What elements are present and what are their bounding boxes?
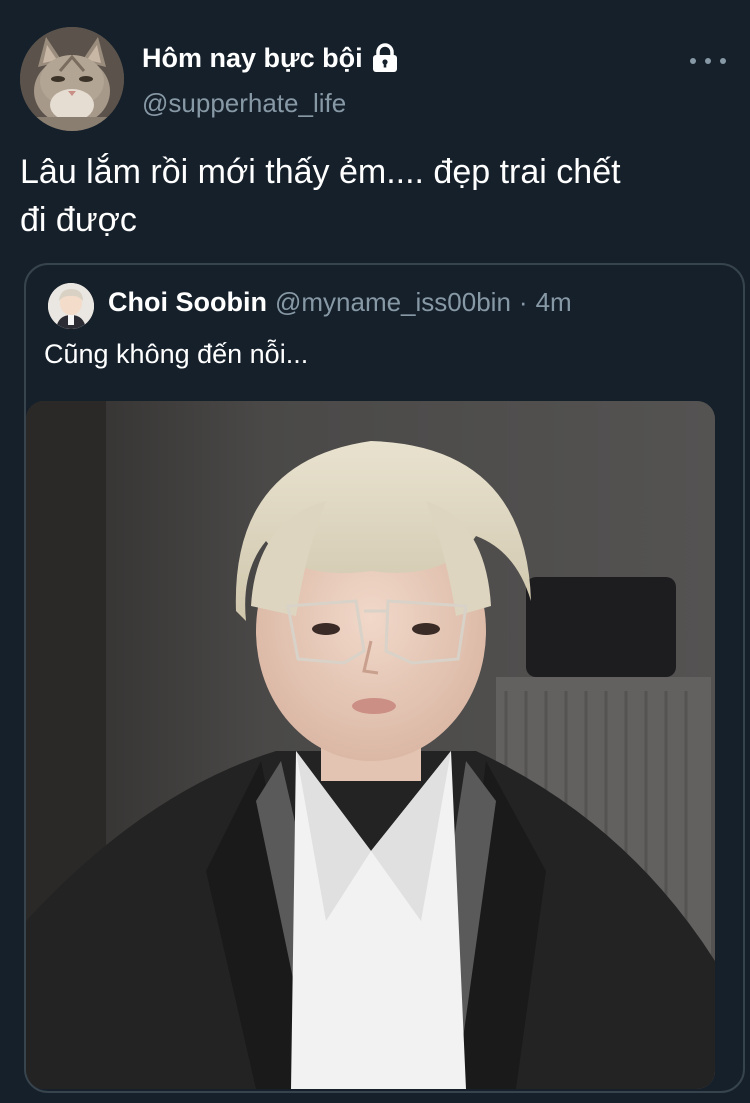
quoted-tweet-photo[interactable] (26, 401, 715, 1089)
author-name-row: Hôm nay bực bội (142, 40, 399, 76)
more-dot (690, 58, 696, 64)
more-dot (720, 58, 726, 64)
quoted-display-name[interactable]: Choi Soobin (108, 287, 267, 318)
author-display-name[interactable]: Hôm nay bực bội (142, 43, 363, 74)
tweet-card: Hôm nay bực bội @supperhate_life Lâu lắm… (0, 0, 750, 1103)
cat-avatar-icon (20, 27, 124, 131)
quoted-author-avatar[interactable] (48, 283, 94, 329)
lock-icon (371, 43, 399, 73)
quoted-tweet[interactable]: Choi Soobin @myname_iss00bin · 4m Cũng k… (24, 263, 745, 1093)
photo-image (26, 401, 715, 1089)
tweet-text: Lâu lắm rồi mới thấy ẻm.... đẹp trai chế… (20, 153, 621, 239)
quoted-tweet-header: Choi Soobin @myname_iss00bin · 4m (108, 287, 572, 323)
quoted-tweet-text: Cũng không đến nỗi... (44, 339, 309, 369)
separator-dot: · (518, 287, 528, 317)
quoted-timestamp[interactable]: 4m (536, 287, 572, 318)
author-handle[interactable]: @supperhate_life (142, 88, 346, 119)
more-dot (705, 58, 711, 64)
more-icon[interactable] (690, 52, 726, 70)
person-avatar-icon (48, 283, 94, 329)
author-avatar[interactable] (20, 27, 124, 131)
quoted-handle[interactable]: @myname_iss00bin (275, 287, 511, 318)
